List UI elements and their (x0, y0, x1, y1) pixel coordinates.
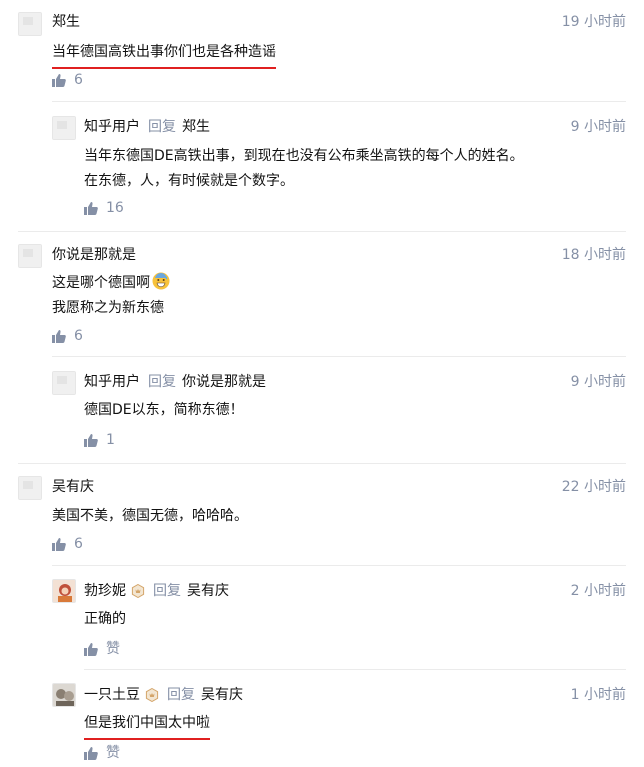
divider (52, 101, 626, 102)
thumbs-up-icon (52, 73, 66, 87)
divider (84, 669, 626, 670)
reply-to-user[interactable]: 你说是那就是 (182, 372, 266, 392)
reply-body: 正确的 (84, 607, 126, 632)
like-count: 6 (74, 328, 83, 344)
thread-divider (18, 463, 626, 464)
comment-time: 18 小时前 (561, 247, 626, 263)
thumbs-up-icon (52, 537, 66, 551)
reply-to-user[interactable]: 郑生 (182, 117, 210, 137)
like-button[interactable]: 1 (84, 430, 115, 450)
like-button[interactable]: 6 (52, 70, 83, 90)
comment-body: 美国不美，德国无德，哈哈哈。 (52, 504, 248, 529)
reply-text-line: 在东德，人，有时候就是个数字。 (84, 173, 294, 189)
comment-text-line: 我愿称之为新东德 (52, 300, 164, 316)
reply-time: 1 小时前 (570, 687, 626, 703)
reply-to-user[interactable]: 吴有庆 (201, 685, 243, 705)
level-badge-icon (145, 688, 159, 702)
comment-time: 22 小时前 (561, 479, 626, 495)
like-button[interactable]: 6 (52, 534, 83, 554)
reply-to-user[interactable]: 吴有庆 (187, 581, 229, 601)
reply-text-line: 德国DE以东，简称东德！ (84, 402, 244, 418)
reply-label: 回复 (148, 119, 176, 135)
avatar[interactable] (52, 116, 76, 140)
thread-divider (18, 231, 626, 232)
reply-text-line: 当年东德国DE高铁出事，到现在也没有公布乘坐高铁的每个人的姓名。 (84, 148, 524, 164)
thumbs-up-icon (84, 642, 98, 656)
level-badge-icon (131, 584, 145, 598)
comment-text-line: 美国不美，德国无德，哈哈哈。 (52, 508, 248, 524)
like-count: 6 (74, 536, 83, 552)
like-button[interactable]: 6 (52, 326, 83, 346)
comment-text-line: 当年德国高铁出事你们也是各种造谣 (52, 40, 276, 69)
like-button[interactable]: 赞 (84, 639, 120, 659)
avatar[interactable] (52, 579, 76, 603)
avatar[interactable] (52, 683, 76, 707)
reply-text-line: 但是我们中国太中啦 (84, 711, 210, 740)
reply-header: 知乎用户 回复 你说是那就是 (84, 372, 266, 392)
reply-author[interactable]: 一只土豆 (84, 685, 140, 705)
reply-author[interactable]: 知乎用户 (84, 117, 140, 137)
avatar[interactable] (18, 244, 42, 268)
comment-time: 19 小时前 (561, 14, 626, 30)
grinning-sweat-emoji (152, 272, 170, 290)
like-button[interactable]: 赞 (84, 743, 120, 763)
reply-text-line: 正确的 (84, 611, 126, 627)
reply-body: 德国DE以东，简称东德！ (84, 398, 244, 423)
thumbs-up-icon (84, 746, 98, 760)
reply-header: 一只土豆 回复 吴有庆 (84, 685, 243, 705)
reply-header: 知乎用户 回复 郑生 (84, 117, 210, 137)
avatar[interactable] (52, 371, 76, 395)
avatar[interactable] (18, 476, 42, 500)
reply-time: 2 小时前 (570, 583, 626, 599)
comment-text-line: 这是哪个德国啊 (52, 271, 170, 296)
thumbs-up-icon (84, 433, 98, 447)
like-label: 赞 (106, 745, 120, 761)
reply-body: 当年东德国DE高铁出事，到现在也没有公布乘坐高铁的每个人的姓名。 在东德，人，有… (84, 144, 524, 194)
comment-text: 这是哪个德国啊 (52, 275, 150, 291)
reply-label: 回复 (167, 687, 195, 703)
comment-author[interactable]: 郑生 (52, 12, 80, 32)
comment-header: 你说是那就是 (52, 245, 136, 265)
reply-header: 勃珍妮 回复 吴有庆 (84, 581, 229, 601)
like-count: 1 (106, 432, 115, 448)
reply-label: 回复 (153, 583, 181, 599)
like-count: 6 (74, 72, 83, 88)
divider (52, 356, 626, 357)
reply-body: 但是我们中国太中啦 (84, 711, 210, 740)
thumbs-up-icon (84, 201, 98, 215)
like-count: 16 (106, 200, 124, 216)
like-button[interactable]: 16 (84, 198, 124, 218)
comment-body: 当年德国高铁出事你们也是各种造谣 (52, 40, 276, 69)
avatar[interactable] (18, 12, 42, 36)
comment-author[interactable]: 吴有庆 (52, 477, 94, 497)
thumbs-up-icon (52, 329, 66, 343)
reply-author[interactable]: 知乎用户 (84, 372, 140, 392)
reply-author[interactable]: 勃珍妮 (84, 581, 126, 601)
reply-label: 回复 (148, 374, 176, 390)
divider (52, 565, 626, 566)
reply-time: 9 小时前 (570, 119, 626, 135)
comment-body: 这是哪个德国啊 我愿称之为新东德 (52, 271, 170, 321)
comment-author[interactable]: 你说是那就是 (52, 245, 136, 265)
reply-time: 9 小时前 (570, 374, 626, 390)
comment-header: 吴有庆 (52, 477, 94, 497)
comment-header: 郑生 (52, 12, 80, 32)
like-label: 赞 (106, 641, 120, 657)
